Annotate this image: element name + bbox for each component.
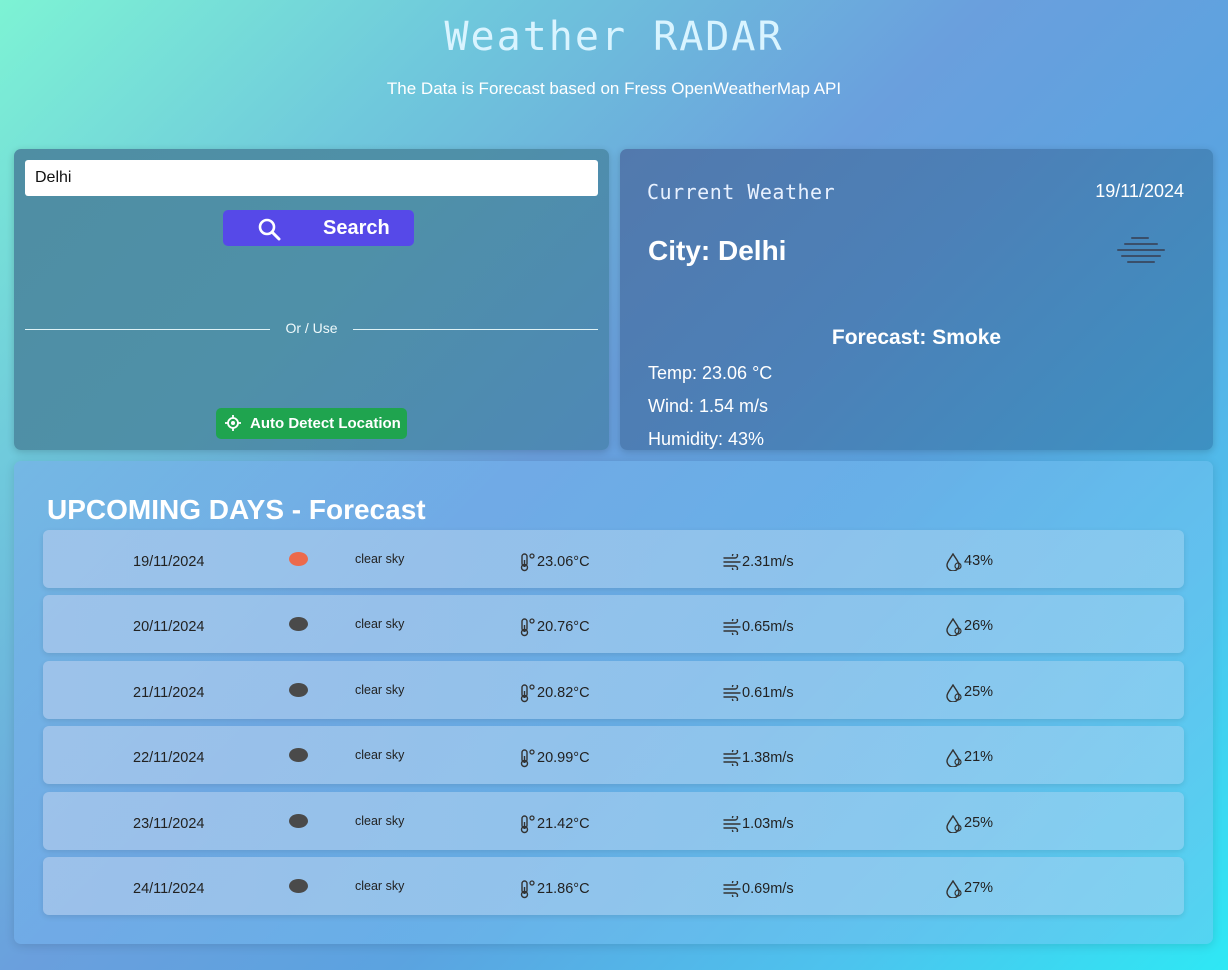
forecast-date: 24/11/2024	[133, 881, 205, 897]
forecast-description: clear sky	[355, 617, 405, 631]
humidity-drop-icon	[946, 879, 963, 903]
or-use-text: Or / Use	[285, 320, 338, 336]
search-button-label: Search	[323, 217, 390, 239]
forecast-date: 21/11/2024	[133, 685, 205, 701]
app-title: Weather RADAR	[444, 14, 784, 60]
forecast-row: 20/11/2024 clear sky 20.76°C 0.65m/s 26%	[43, 595, 1184, 653]
forecast-humidity: 25%	[964, 684, 994, 700]
thermometer-icon	[519, 617, 537, 642]
forecast-humidity: 27%	[964, 880, 994, 896]
upcoming-forecast-panel: UPCOMING DAYS - Forecast 19/11/2024 clear…	[14, 461, 1213, 944]
forecast-description: clear sky	[355, 552, 405, 566]
weather-condition-icon	[289, 814, 308, 828]
thermometer-icon	[519, 683, 537, 708]
search-panel: Search Or / Use Auto Detect Location	[14, 149, 609, 450]
forecast-description: clear sky	[355, 814, 405, 828]
forecast-temperature: 21.42°C	[537, 816, 590, 832]
current-temp: Temp: 23.06 °C	[648, 363, 773, 383]
weather-condition-icon	[289, 552, 308, 566]
auto-detect-label: Auto Detect Location	[250, 415, 401, 432]
forecast-humidity: 26%	[964, 618, 994, 634]
forecast-description: clear sky	[355, 748, 405, 762]
forecast-date: 19/11/2024	[133, 554, 205, 570]
current-humidity: Humidity: 43%	[648, 429, 765, 449]
search-icon	[257, 217, 281, 247]
wind-icon	[723, 683, 743, 706]
forecast-temperature: 20.99°C	[537, 750, 590, 766]
forecast-row: 22/11/2024 clear sky 20.99°C 1.38m/s 21%	[43, 726, 1184, 784]
current-city: City: Delhi	[648, 235, 787, 266]
forecast-row: 19/11/2024 clear sky 23.06°C 2.31m/s 43%	[43, 530, 1184, 588]
humidity-drop-icon	[946, 617, 963, 641]
crosshair-icon	[225, 415, 241, 435]
forecast-row: 21/11/2024 clear sky 20.82°C 0.61m/s 25%	[43, 661, 1184, 719]
weather-condition-icon	[289, 748, 308, 762]
forecast-humidity: 21%	[964, 749, 994, 765]
current-weather-heading: Current Weather	[647, 180, 836, 204]
humidity-drop-icon	[946, 814, 963, 838]
forecast-description: clear sky	[355, 879, 405, 893]
thermometer-icon	[519, 748, 537, 773]
forecast-row: 23/11/2024 clear sky 21.42°C 1.03m/s 25%	[43, 792, 1184, 850]
city-search-input[interactable]	[25, 160, 598, 196]
forecast-wind: 1.03m/s	[742, 816, 794, 832]
forecast-temperature: 23.06°C	[537, 554, 590, 570]
thermometer-icon	[519, 814, 537, 839]
auto-detect-location-button[interactable]: Auto Detect Location	[216, 408, 407, 439]
wind-icon	[723, 617, 743, 640]
app-subtitle: The Data is Forecast based on Fress Open…	[386, 79, 842, 98]
wind-icon	[723, 814, 743, 837]
thermometer-icon	[519, 879, 537, 904]
forecast-wind: 0.61m/s	[742, 685, 794, 701]
current-date: 19/11/2024	[1095, 181, 1184, 201]
current-weather-panel: Current Weather 19/11/2024 City: Delhi F…	[620, 149, 1213, 450]
forecast-wind: 1.38m/s	[742, 750, 794, 766]
forecast-temperature: 21.86°C	[537, 881, 590, 897]
current-forecast: Forecast: Smoke	[831, 326, 1002, 349]
forecast-date: 23/11/2024	[133, 816, 205, 832]
wind-icon	[723, 879, 743, 902]
forecast-wind: 0.65m/s	[742, 619, 794, 635]
search-button[interactable]: Search	[223, 210, 414, 246]
smoke-icon	[1116, 235, 1166, 272]
forecast-wind: 2.31m/s	[742, 554, 794, 570]
weather-condition-icon	[289, 879, 308, 893]
weather-condition-icon	[289, 617, 308, 631]
humidity-drop-icon	[946, 748, 963, 772]
weather-condition-icon	[289, 683, 308, 697]
forecast-title: UPCOMING DAYS - Forecast	[47, 494, 426, 525]
divider-right	[353, 329, 598, 330]
divider-left	[25, 329, 270, 330]
wind-icon	[723, 552, 743, 575]
current-wind: Wind: 1.54 m/s	[648, 396, 769, 416]
wind-icon	[723, 748, 743, 771]
thermometer-icon	[519, 552, 537, 577]
humidity-drop-icon	[946, 683, 963, 707]
humidity-drop-icon	[946, 552, 963, 576]
forecast-date: 20/11/2024	[133, 619, 205, 635]
forecast-humidity: 43%	[964, 553, 994, 569]
forecast-description: clear sky	[355, 683, 405, 697]
forecast-temperature: 20.82°C	[537, 685, 590, 701]
forecast-temperature: 20.76°C	[537, 619, 590, 635]
forecast-humidity: 25%	[964, 815, 994, 831]
forecast-wind: 0.69m/s	[742, 881, 794, 897]
forecast-row: 24/11/2024 clear sky 21.86°C 0.69m/s 27%	[43, 857, 1184, 915]
forecast-date: 22/11/2024	[133, 750, 205, 766]
